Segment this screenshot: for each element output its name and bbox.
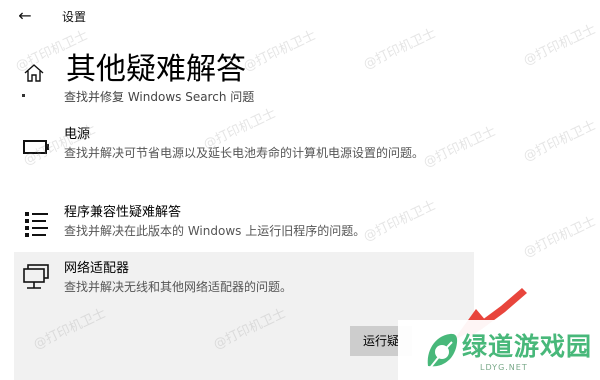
back-arrow-icon[interactable]: ← [14,6,36,26]
scrolled-item: 查找并修复 Windows Search 问题 [0,88,600,106]
network-adapter-icon [23,264,49,289]
watermark-text: @打印机卫士 [521,22,599,69]
troubleshooter-description: 查找并解决在此版本的 Windows 上运行旧程序的问题。 [64,224,366,238]
troubleshooter-title: 电源 [64,127,91,142]
troubleshooter-title: 网络适配器 [64,261,130,276]
troubleshooter-description: 查找并解决可节省电源以及延长电池寿命的计算机电源设置的问题。 [64,146,425,160]
leaf-logo-icon [427,333,458,369]
battery-icon [23,140,49,154]
list-icon [25,212,48,237]
logo-subtext: LDYG.NET [480,363,528,372]
home-icon[interactable] [22,61,46,85]
scrolled-item-desc: 查找并修复 Windows Search 问题 [64,90,255,104]
watermark-text: @打印机卫士 [241,28,319,75]
watermark-text: @打印机卫士 [521,214,599,261]
cut-icon-dot [22,94,25,97]
site-logo: 绿道游戏园 LDYG.NET [398,320,600,380]
watermark-text: @打印机卫士 [361,26,439,73]
troubleshooter-program-compatibility[interactable]: 程序兼容性疑难解答 查找并解决在此版本的 Windows 上运行旧程序的问题。 [14,202,474,242]
watermark-text: @打印机卫士 [521,118,599,165]
window-title: 设置 [62,10,87,24]
logo-text: 绿道游戏园 [462,332,593,361]
troubleshooter-description: 查找并解决无线和其他网络适配器的问题。 [64,280,293,294]
page-title: 其他疑难解答 [66,52,246,87]
troubleshooter-title: 程序兼容性疑难解答 [64,205,182,220]
troubleshooter-power[interactable]: 电源 查找并解决可节省电源以及延长电池寿命的计算机电源设置的问题。 [14,124,474,184]
